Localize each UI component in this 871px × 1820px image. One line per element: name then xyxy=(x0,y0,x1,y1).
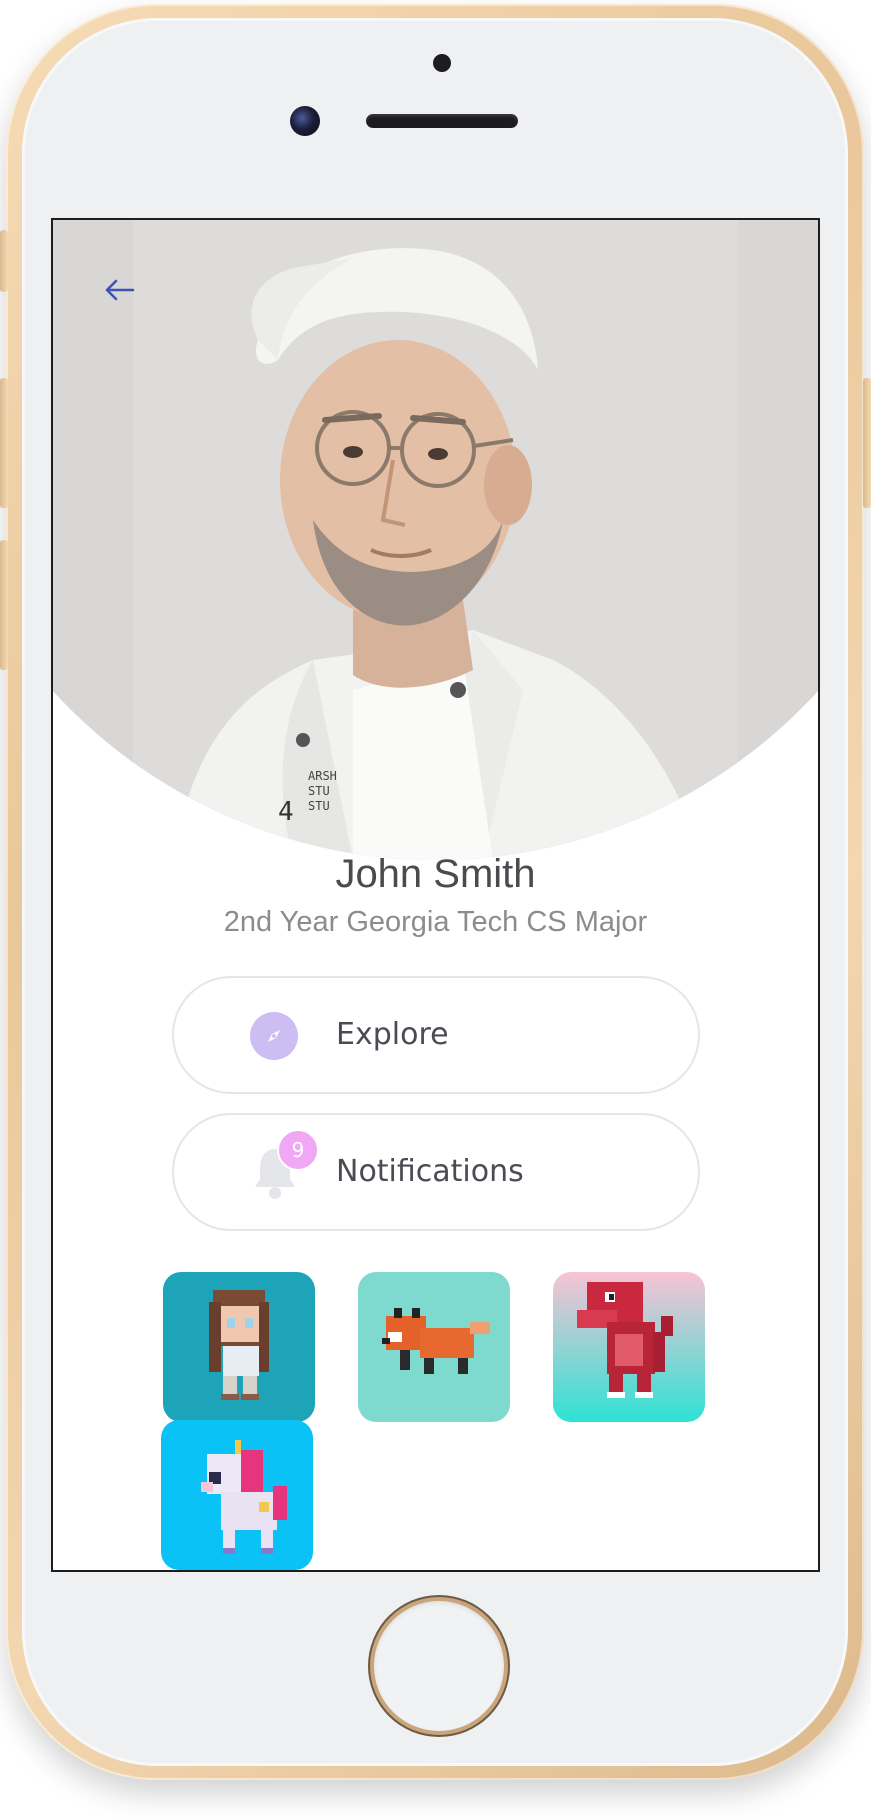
compass-icon xyxy=(250,1012,298,1060)
avatar-tile-dinosaur[interactable] xyxy=(553,1272,705,1422)
fox-character-image xyxy=(382,1308,490,1374)
unicorn-character-image xyxy=(201,1440,287,1554)
profile-subtitle: 2nd Year Georgia Tech CS Major xyxy=(223,906,648,938)
earpiece-speaker xyxy=(366,114,518,128)
notifications-button[interactable]: 9 Notifications xyxy=(172,1113,700,1231)
avatar-tile-girl[interactable] xyxy=(163,1272,315,1422)
profile-photo-header: 4 ARSH STU STU xyxy=(53,220,818,860)
profile-name: John Smith xyxy=(335,852,536,896)
app-screen: 4 ARSH STU STU John Smith 2nd Year Georg… xyxy=(53,220,818,1570)
home-button[interactable] xyxy=(374,1601,504,1731)
portrait-illustration: 4 ARSH STU STU xyxy=(53,220,818,860)
explore-label: Explore xyxy=(336,1017,449,1052)
svg-text:ARSH: ARSH xyxy=(308,769,337,783)
svg-text:4: 4 xyxy=(278,797,294,827)
profile-photo: 4 ARSH STU STU xyxy=(53,220,818,860)
explore-button[interactable]: Explore xyxy=(172,976,700,1094)
notifications-badge: 9 xyxy=(277,1129,319,1171)
avatar-tile-fox[interactable] xyxy=(358,1272,510,1422)
volume-down-button xyxy=(0,540,8,670)
svg-text:STU: STU xyxy=(308,799,330,813)
dinosaur-character-image xyxy=(577,1282,673,1398)
mute-switch xyxy=(0,230,8,292)
front-camera xyxy=(290,106,320,136)
back-button[interactable] xyxy=(101,272,137,308)
avatar-tile-unicorn[interactable] xyxy=(161,1420,313,1570)
proximity-sensor xyxy=(433,54,451,72)
svg-text:STU: STU xyxy=(308,784,330,798)
power-button xyxy=(863,378,871,508)
volume-up-button xyxy=(0,378,8,508)
girl-character-image xyxy=(209,1290,269,1400)
notifications-label: Notifications xyxy=(336,1154,524,1189)
arrow-left-icon xyxy=(105,279,135,301)
